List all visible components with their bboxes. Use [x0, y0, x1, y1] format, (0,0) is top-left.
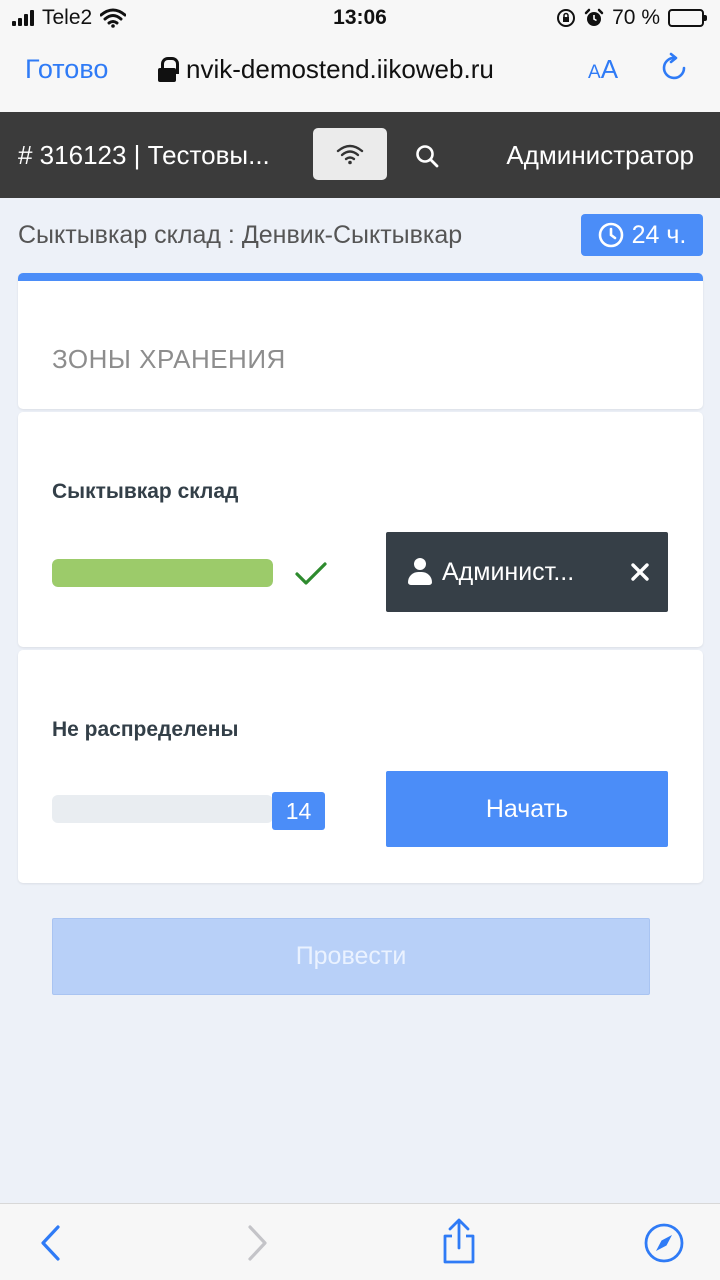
app-header: # 316123 | Тестовы... Администратор: [0, 112, 720, 198]
forward-icon[interactable]: [244, 1224, 270, 1262]
location-title: Сыктывкар склад : Денвик-Сыктывкар: [18, 221, 463, 249]
zone-card-unassigned: Не распределены 14 Начать: [18, 650, 703, 883]
url-field[interactable]: nvik-demostend.iikoweb.ru: [158, 54, 568, 85]
zones-header-card: ЗОНЫ ХРАНЕНИЯ: [18, 273, 703, 409]
url-text: nvik-demostend.iikoweb.ru: [186, 54, 494, 84]
search-icon[interactable]: [415, 144, 439, 168]
alarm-icon: [584, 8, 604, 26]
zone-card-warehouse: Сыктывкар склад Админист...: [18, 412, 703, 647]
check-icon: [295, 562, 327, 585]
submit-button[interactable]: Провести: [52, 918, 650, 995]
hours-label: 24 ч.: [631, 220, 687, 249]
assigned-user-name: Админист...: [442, 557, 575, 586]
browser-bar: Готово nvik-demostend.iikoweb.ru AA: [0, 36, 720, 112]
zones-title: ЗОНЫ ХРАНЕНИЯ: [52, 344, 286, 374]
zone-progress: [52, 559, 273, 587]
text-size-button[interactable]: AA: [588, 54, 618, 85]
battery-percent: 70 %: [612, 6, 660, 29]
order-title[interactable]: # 316123 | Тестовы...: [18, 140, 303, 171]
zone-name: Не распределены: [52, 718, 239, 741]
assigned-user-button[interactable]: Админист...: [386, 532, 668, 612]
zone-progress: [52, 795, 273, 823]
user-icon: [408, 558, 432, 586]
wifi-icon: [336, 144, 364, 165]
compass-icon[interactable]: [643, 1222, 685, 1264]
zone-name: Сыктывкар склад: [52, 480, 239, 503]
done-button[interactable]: Готово: [25, 54, 108, 85]
reload-icon[interactable]: [660, 52, 690, 82]
connection-button[interactable]: [313, 128, 387, 180]
browser-toolbar: [0, 1203, 720, 1280]
back-icon[interactable]: [38, 1224, 64, 1262]
status-bar: Tele2 13:06 70 %: [0, 0, 720, 36]
rotation-lock-icon: [557, 9, 576, 27]
close-icon[interactable]: [630, 562, 650, 582]
status-right: 70 %: [556, 6, 707, 30]
clock-icon: [598, 222, 623, 248]
battery-icon: [668, 9, 707, 27]
item-count-badge: 14: [272, 792, 325, 830]
start-button[interactable]: Начать: [386, 771, 668, 847]
hours-badge[interactable]: 24 ч.: [581, 214, 703, 256]
lock-icon: [158, 56, 179, 83]
share-icon[interactable]: [441, 1218, 477, 1266]
user-menu[interactable]: Администратор: [506, 140, 694, 171]
